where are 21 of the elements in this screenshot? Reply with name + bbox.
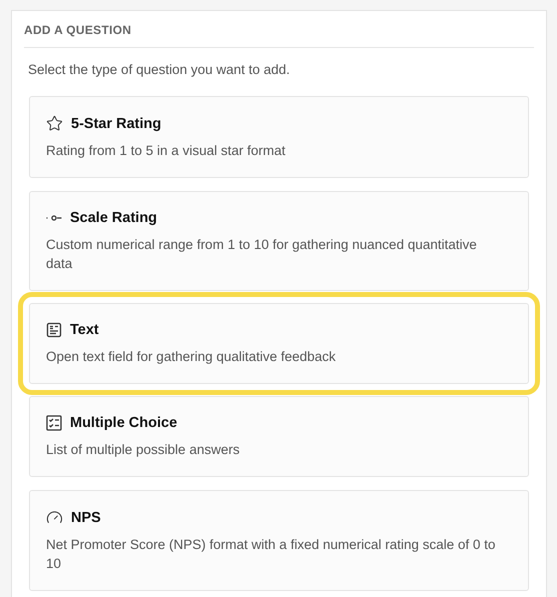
question-type-option[interactable]: 5-Star Rating Rating from 1 to 5 in a visual star format: [29, 96, 529, 178]
option-description: Net Promoter Score (NPS) format with a fixed numerical rating scale of 0 to 10: [46, 536, 496, 573]
option-description: Custom numerical range from 1 to 10 for gathering nuanced quantitative data: [46, 236, 478, 273]
question-type-option[interactable]: NPS Net Promoter Score (NPS) format with a fixed numerical rating scale of 0 to 10: [29, 490, 529, 591]
panel-title: ADD A QUESTION: [24, 11, 534, 48]
option-description: List of multiple possible answers: [46, 441, 241, 459]
question-type-option[interactable]: Scale Rating Custom numerical range from 1 to 10 for gathering nuanced quantitative data: [29, 191, 529, 291]
document-icon: [46, 322, 62, 338]
instruction-text: Select the type of question you want to add.: [27, 61, 291, 79]
question-type-option[interactable]: Multiple Choice List of multiple possible answers: [29, 396, 529, 477]
option-title: Multiple Choice: [70, 415, 178, 431]
checklist-icon: [46, 415, 62, 431]
option-description: Open text field for gathering qualitative feedback: [46, 348, 337, 366]
star-icon: [46, 115, 63, 132]
option-title: Text: [70, 322, 99, 338]
question-type-option[interactable]: Text Open text field for gathering qualitative feedback: [29, 303, 529, 384]
option-description: Rating from 1 to 5 in a visual star format: [46, 142, 286, 160]
option-title: 5-Star Rating: [71, 116, 162, 132]
option-title: Scale Rating: [70, 210, 158, 226]
gauge-icon: [46, 509, 63, 526]
option-title: NPS: [71, 510, 101, 526]
